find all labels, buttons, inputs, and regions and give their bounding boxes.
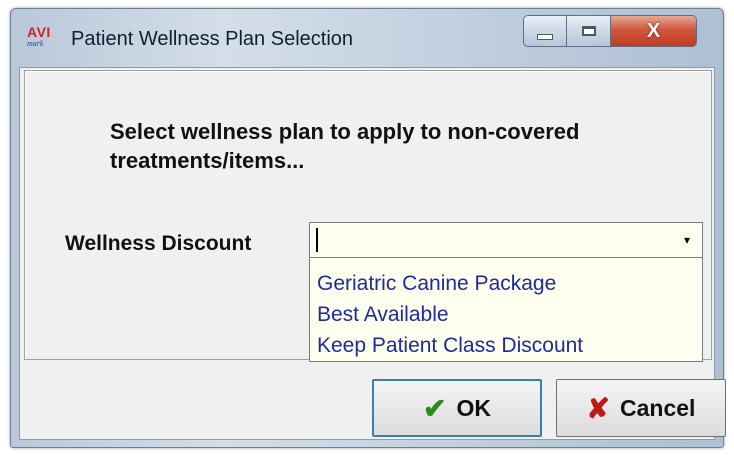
dropdown-option-geriatric-canine-package[interactable]: Geriatric Canine Package (317, 268, 702, 299)
app-logo-icon: AVI mark (27, 25, 57, 51)
minimize-icon (537, 34, 553, 40)
dropdown-option-best-available[interactable]: Best Available (317, 299, 702, 330)
dialog-body: Select wellness plan to apply to non-cov… (19, 67, 726, 440)
text-caret (316, 228, 318, 252)
checkmark-icon: ✔ (423, 392, 447, 424)
maximize-button[interactable] (567, 15, 611, 47)
selection-group: Select wellness plan to apply to non-cov… (24, 70, 712, 362)
window-title: Patient Wellness Plan Selection (71, 28, 354, 50)
dialog-window: AVI mark Patient Wellness Plan Selection… (10, 8, 726, 448)
wellness-discount-combobox[interactable]: ▾ (309, 222, 703, 258)
close-icon: X (646, 19, 661, 42)
close-button[interactable]: X (611, 15, 697, 47)
instruction-text: Select wellness plan to apply to non-cov… (110, 119, 580, 173)
title-bar[interactable]: AVI mark Patient Wellness Plan Selection… (11, 9, 723, 67)
dropdown-arrow-icon[interactable]: ▾ (674, 225, 700, 255)
minimize-button[interactable] (523, 15, 567, 47)
maximize-icon (581, 26, 596, 36)
wellness-discount-dropdown-list: Geriatric Canine Package Best Available … (309, 258, 703, 362)
cancel-x-icon: ✘ (586, 392, 611, 424)
logo-text-top: AVI (27, 24, 51, 40)
dropdown-option-keep-patient-class-discount[interactable]: Keep Patient Class Discount (317, 330, 702, 361)
wellness-discount-label: Wellness Discount (65, 232, 252, 255)
ok-button-label: OK (456, 394, 491, 421)
cancel-button-label: Cancel (620, 394, 696, 421)
cancel-button[interactable]: ✘ Cancel (556, 379, 726, 437)
ok-button[interactable]: ✔ OK (372, 379, 542, 437)
logo-text-bottom: mark (27, 39, 44, 48)
